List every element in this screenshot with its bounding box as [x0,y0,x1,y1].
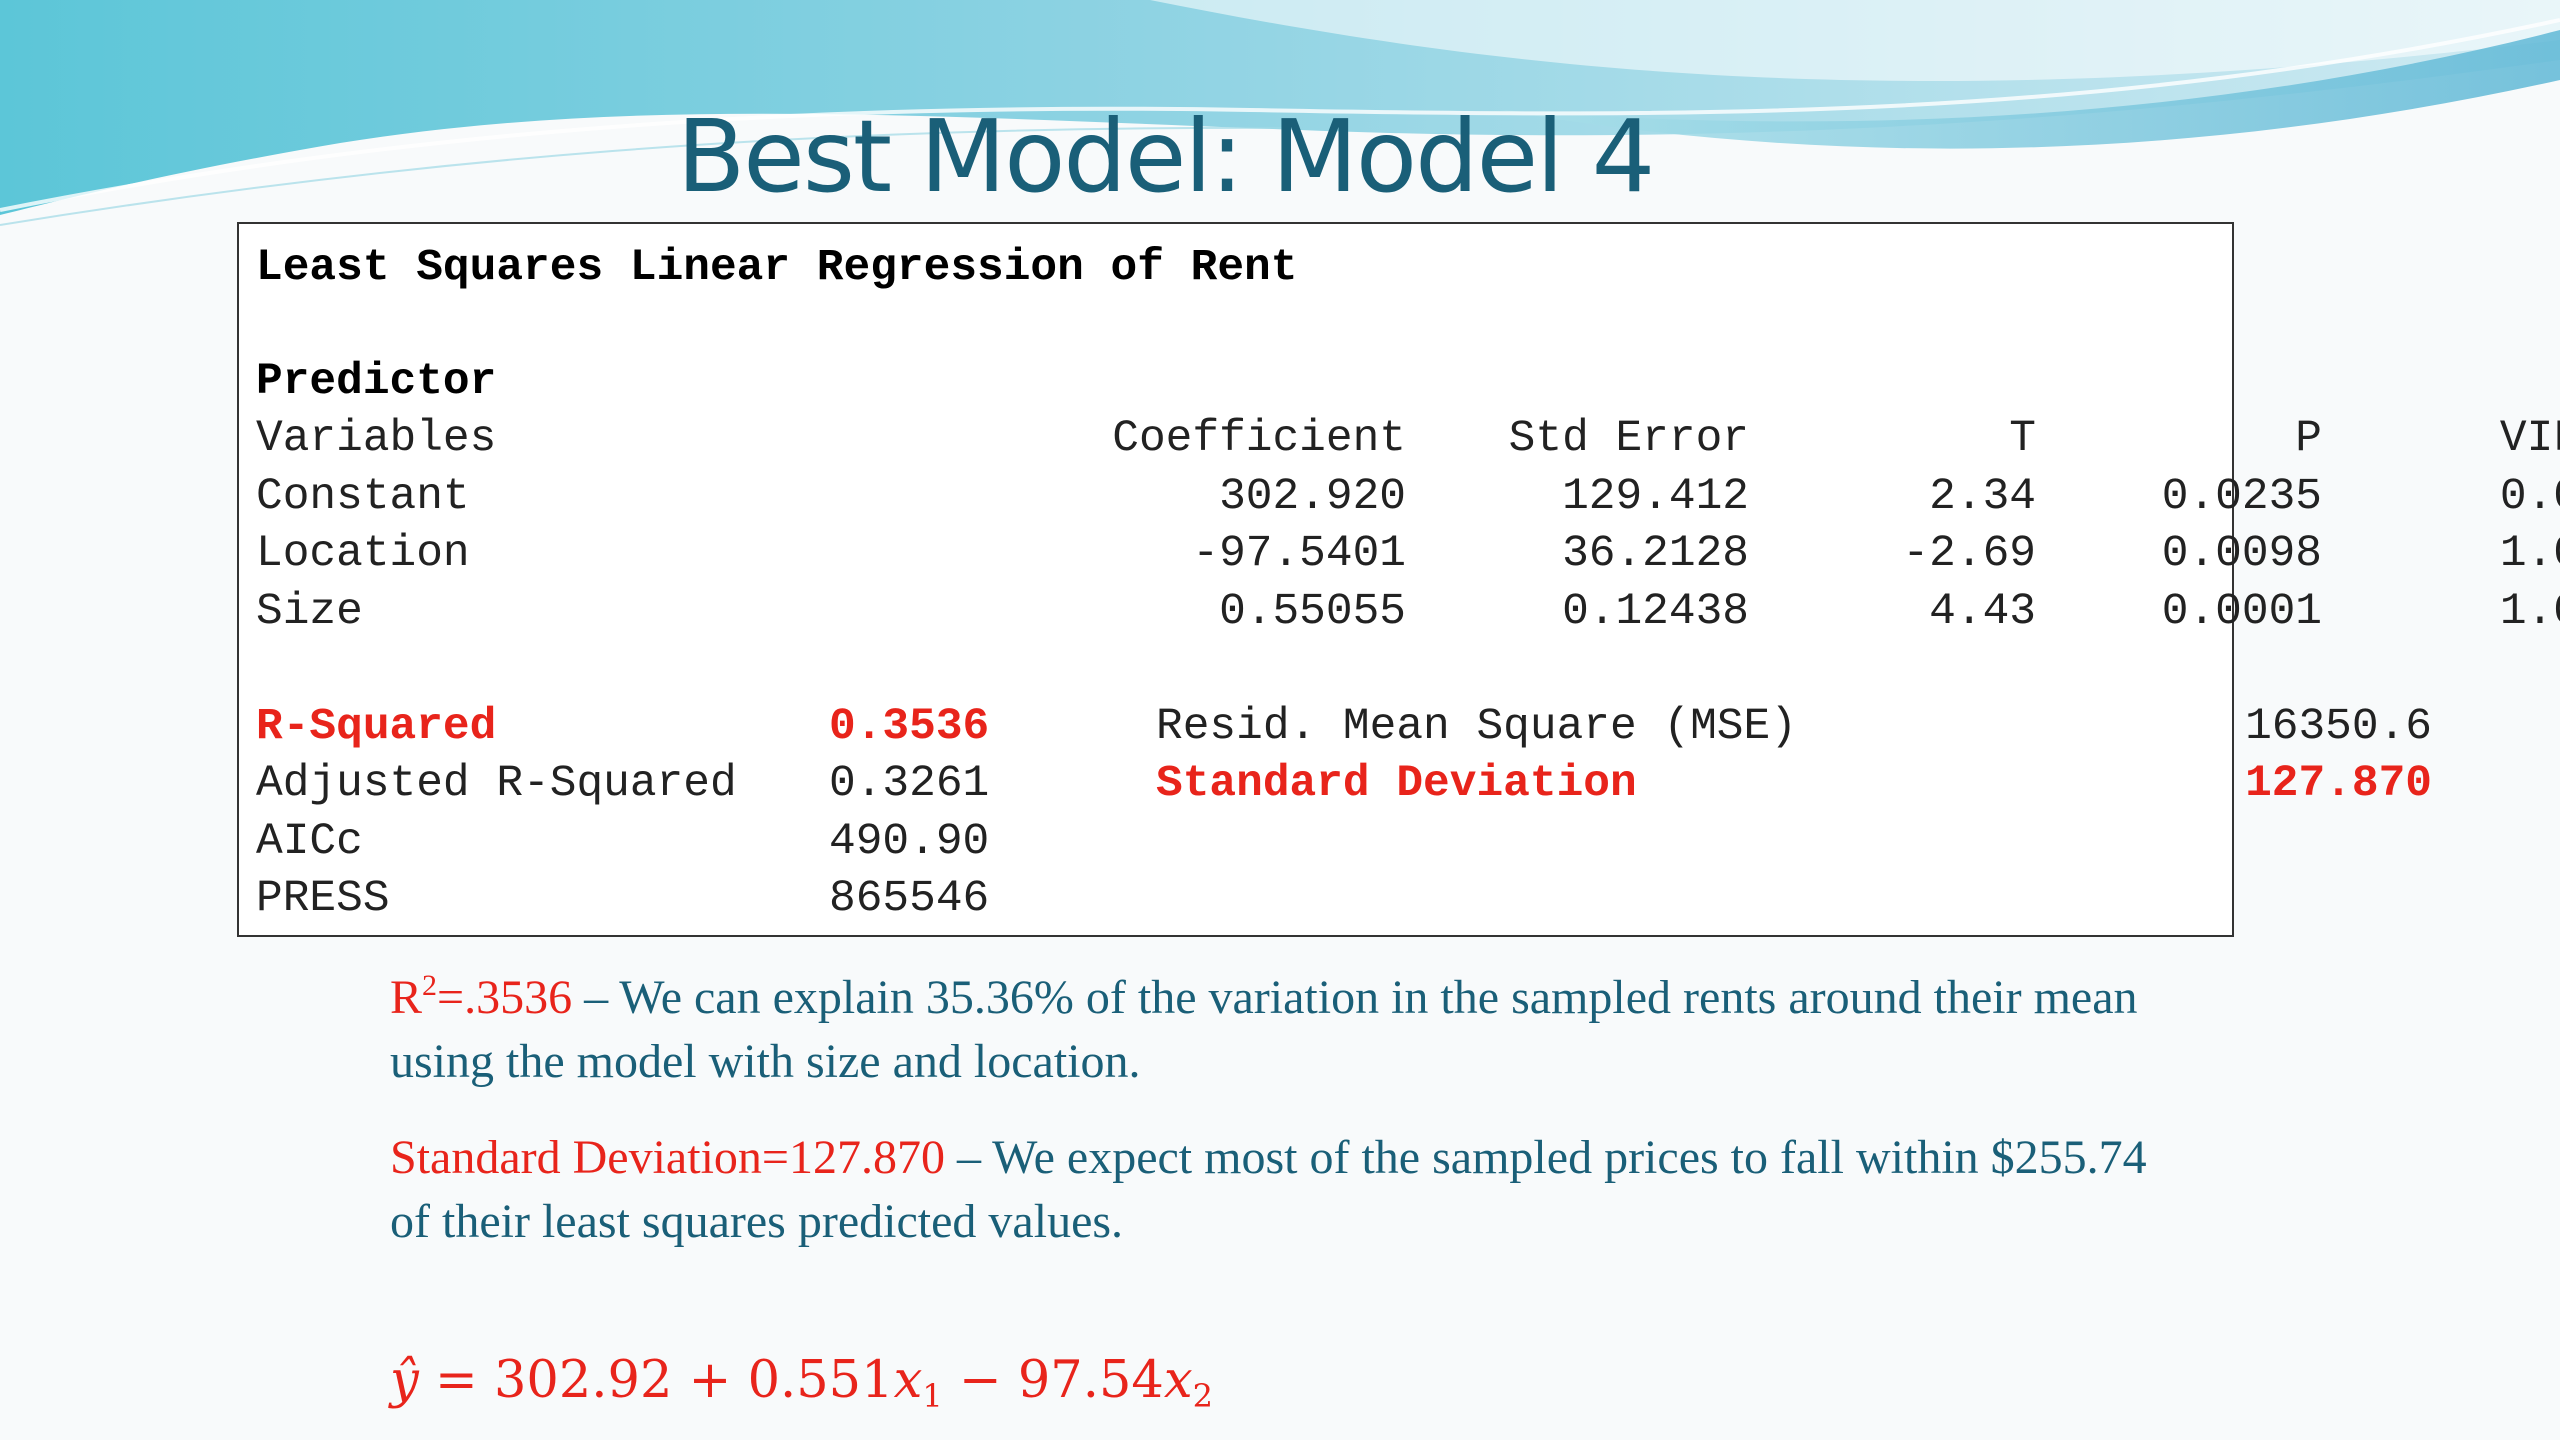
col-header-std-error: Std Error [1508,414,1749,464]
row-vif: 0.0 [2499,472,2560,522]
row-coefficient: -97.5401 [1192,529,1406,579]
predictor-label: Predictor [256,357,497,407]
table-row: Size 0.55055 0.12438 4.43 0.0001 1.0 [256,583,2560,641]
r-squared-explanation: R2=.3536 – We can explain 35.36% of the … [390,966,2170,1094]
column-header-row: Variables Coefficient Std Error T P VIF [256,410,2560,468]
row-variable: Constant [256,472,470,522]
stats-row-r-squared: R-Squared 0.3536 Resid. Mean Square (MSE… [256,698,2432,756]
r-squared-label: R-Squared [256,702,497,752]
r-squared-value: 0.3536 [829,702,990,752]
row-p: 0.0098 [2161,529,2322,579]
row-p: 0.0001 [2161,587,2322,637]
aicc-value: 490.90 [829,817,990,867]
mse-label: Resid. Mean Square (MSE) [1156,702,1797,752]
row-std-error: 0.12438 [1562,587,1749,637]
table-row: Location -97.5401 36.2128 -2.69 0.0098 1… [256,525,2560,583]
row-vif: 1.0 [2499,529,2560,579]
row-vif: 1.0 [2499,587,2560,637]
row-std-error: 129.412 [1562,472,1749,522]
std-dev-explanation: Standard Deviation=127.870 – We expect m… [390,1126,2170,1254]
r-squared-highlight: R2=.3536 [390,969,573,1025]
stats-row-aicc: AICc 490.90 [256,813,2216,871]
row-t: 4.43 [1929,587,2036,637]
row-t: 2.34 [1929,472,2036,522]
r-squared-explanation-text: – We can explain 35.36% of the variation… [390,971,2138,1088]
regression-output-box: Least Squares Linear Regression of Rent … [237,222,2560,937]
col-header-p: P [2295,414,2322,464]
row-coefficient: 302.920 [1219,472,1406,522]
col-header-variables: Variables [256,414,497,464]
table-row: Constant 302.920 129.412 2.34 0.0235 0.0 [256,468,2560,526]
col-header-t: T [2009,414,2036,464]
aicc-label: AICc [256,817,363,867]
row-variable: Size [256,587,363,637]
press-label: PRESS [256,874,390,924]
col-header-vif: VIF [2499,414,2560,464]
row-variable: Location [256,529,470,579]
row-coefficient: 0.55055 [1219,587,1406,637]
stats-row-press: PRESS 865546 [256,870,2216,928]
col-header-coefficient: Coefficient [1112,414,1406,464]
adj-r-squared-label: Adjusted R-Squared [256,759,737,809]
slide-title: Best Model: Model 4 [676,98,1656,215]
row-p: 0.0235 [2161,472,2322,522]
sd-label: Standard Deviation [1156,759,1637,809]
sd-value: 127.870 [2245,759,2432,809]
press-value: 865546 [829,874,990,924]
std-dev-highlight: Standard Deviation=127.870 [390,1131,945,1184]
row-t: -2.69 [1902,529,2036,579]
stats-row-adjusted: Adjusted R-Squared 0.3261 Standard Devia… [256,755,2432,813]
row-std-error: 36.2128 [1562,529,1749,579]
output-heading: Least Squares Linear Regression of Rent [256,243,1298,293]
regression-equation: ŷ = 302.92 + 0.551x1 − 97.54x2 [390,1351,1213,1415]
adj-r-squared-value: 0.3261 [829,759,990,809]
mse-value: 16350.6 [2245,702,2432,752]
